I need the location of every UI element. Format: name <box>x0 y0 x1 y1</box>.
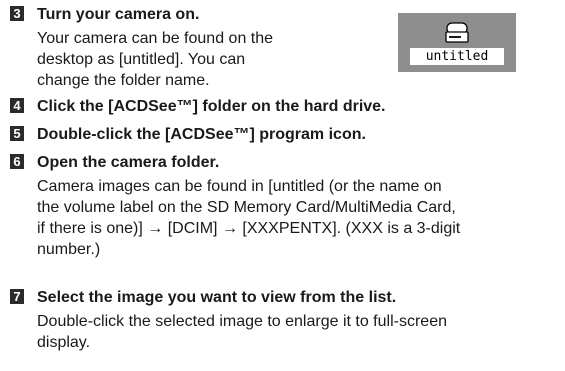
volume-label: untitled <box>410 48 504 65</box>
step-number-badge: 4 <box>10 98 24 113</box>
step-7: 7 Select the image you want to view from… <box>0 288 565 366</box>
step-title: Turn your camera on. <box>37 6 200 23</box>
step-number-badge: 3 <box>10 6 24 21</box>
step-body-line: the volume label on the SD Memory Card/M… <box>37 199 456 216</box>
step-body-line: if there is one)] → [DCIM] → [XXXPENTX].… <box>37 220 461 237</box>
step-6: 6 Open the camera folder. Camera images … <box>0 153 565 263</box>
step-body: Double-click the selected image to enlar… <box>37 311 447 353</box>
step-number-badge: 6 <box>10 154 24 169</box>
step-body: Your camera can be found on the desktop … <box>37 28 273 91</box>
step-body-line: change the folder name. <box>37 72 210 89</box>
step-body-line: desktop as [untitled]. You can <box>37 51 246 68</box>
step-body-line: Your camera can be found on the <box>37 30 274 47</box>
step-4: 4 Click the [ACDSee™] folder on the hard… <box>0 97 565 119</box>
drive-icon <box>445 22 469 43</box>
untitled-volume-icon: untitled <box>398 13 516 72</box>
step-title: Select the image you want to view from t… <box>37 289 397 306</box>
step-body: Camera images can be found in [untitled … <box>37 176 460 260</box>
step-number-badge: 5 <box>10 126 24 141</box>
step-body-line: number.) <box>37 241 101 258</box>
step-5: 5 Double-click the [ACDSee™] program ico… <box>0 125 565 147</box>
step-body-line: Camera images can be found in [untitled … <box>37 178 442 195</box>
step-title: Open the camera folder. <box>37 154 220 171</box>
step-title: Double-click the [ACDSee™] program icon. <box>37 126 366 143</box>
step-number-badge: 7 <box>10 289 24 304</box>
step-body-line: display. <box>37 334 91 351</box>
step-title: Click the [ACDSee™] folder on the hard d… <box>37 98 386 115</box>
step-body-line: Double-click the selected image to enlar… <box>37 313 447 330</box>
